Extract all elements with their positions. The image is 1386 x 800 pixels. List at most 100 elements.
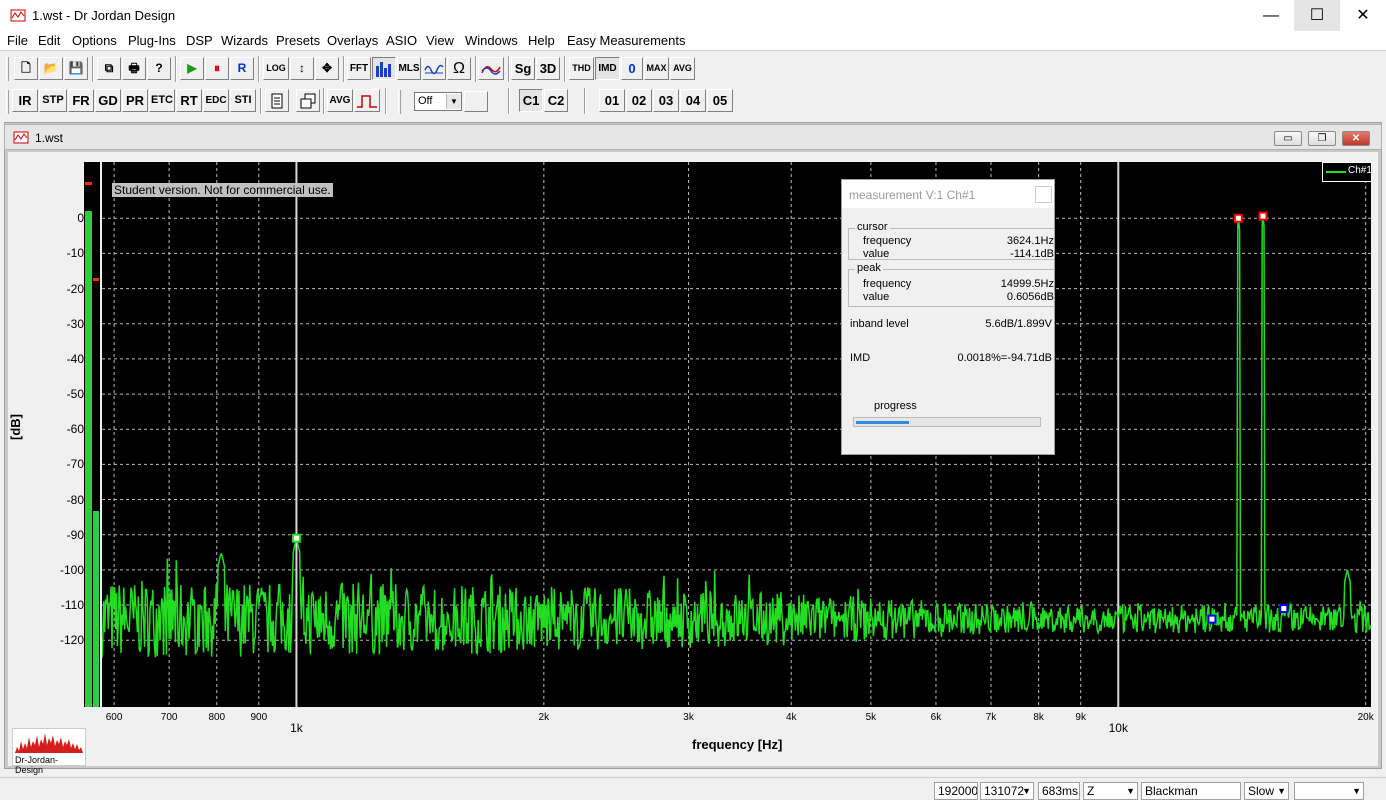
save-icon[interactable]: 💾 bbox=[64, 57, 88, 80]
imd-label: IMD bbox=[850, 352, 871, 364]
menu-windows[interactable]: Windows bbox=[465, 33, 518, 48]
log-button[interactable]: LOG bbox=[263, 57, 289, 80]
x-tick-label: 2k bbox=[538, 712, 550, 723]
vertical-scale-icon[interactable]: ↕ bbox=[290, 57, 314, 80]
thd-button[interactable]: THD bbox=[569, 57, 594, 80]
child-close-button[interactable]: ✕ bbox=[1342, 131, 1370, 146]
new-icon[interactable]: 🗋 bbox=[14, 57, 38, 80]
child-minimize-button[interactable]: ▭ bbox=[1274, 131, 1302, 146]
level-meter-peak-left bbox=[85, 182, 92, 185]
zero-button[interactable]: 0 bbox=[621, 57, 643, 80]
menu-help[interactable]: Help bbox=[528, 33, 555, 48]
channel-1-button[interactable]: C1 bbox=[519, 89, 543, 112]
close-button[interactable]: ✕ bbox=[1340, 0, 1386, 31]
imd-button[interactable]: IMD bbox=[595, 57, 620, 80]
fft-size-select[interactable]: 131072 ▼ bbox=[980, 782, 1034, 800]
legend-swatch bbox=[1326, 171, 1346, 173]
spectrum-bars-icon[interactable] bbox=[372, 57, 396, 80]
max-button[interactable]: MAX bbox=[644, 57, 669, 80]
generator-icon[interactable] bbox=[478, 57, 504, 80]
windows-icon[interactable] bbox=[296, 89, 320, 112]
sweep-icon[interactable] bbox=[422, 57, 446, 80]
average-button[interactable]: AVG bbox=[327, 89, 353, 112]
blank-button[interactable] bbox=[464, 91, 488, 112]
menu-easy-measurements[interactable]: Easy Measurements bbox=[567, 33, 686, 48]
chevron-down-icon: ▼ bbox=[1277, 786, 1286, 796]
fr-button[interactable]: FR bbox=[68, 89, 94, 112]
menu-file[interactable]: File bbox=[7, 33, 28, 48]
child-title-bar: 1.wst ▭ ❐ ✕ bbox=[4, 124, 1382, 150]
y-tick-label: -120 bbox=[59, 633, 84, 648]
overlay-01-button[interactable]: 01 bbox=[599, 89, 625, 112]
gd-button[interactable]: GD bbox=[95, 89, 121, 112]
x-tick-label: 800 bbox=[208, 712, 226, 723]
move-icon[interactable]: ✥ bbox=[315, 57, 339, 80]
extra-select[interactable]: ▼ bbox=[1294, 782, 1364, 800]
sti-button[interactable]: STI bbox=[230, 89, 256, 112]
separator bbox=[260, 88, 262, 114]
measurement-close-icon[interactable] bbox=[1035, 186, 1052, 203]
menu-presets[interactable]: Presets bbox=[276, 33, 320, 48]
y-tick-label: -70 bbox=[66, 457, 84, 472]
pr-button[interactable]: PR bbox=[122, 89, 148, 112]
rt-button[interactable]: RT bbox=[176, 89, 202, 112]
menu-view[interactable]: View bbox=[426, 33, 454, 48]
etc-button[interactable]: ETC bbox=[149, 89, 175, 112]
print-icon[interactable]: 🖶 bbox=[122, 57, 146, 80]
x-tick-label: 6k bbox=[930, 712, 942, 723]
trigger-icon[interactable] bbox=[354, 89, 380, 112]
sg-button[interactable]: Sg bbox=[511, 57, 535, 80]
x-tick-label: 3k bbox=[683, 712, 694, 723]
watermark-text: Student version. Not for commercial use. bbox=[112, 183, 333, 197]
chevron-down-icon[interactable]: ▼ bbox=[446, 94, 461, 109]
edc-button[interactable]: EDC bbox=[203, 89, 229, 112]
avg-button[interactable]: AVG bbox=[670, 57, 695, 80]
fft-button[interactable]: FFT bbox=[347, 57, 371, 80]
menu-edit[interactable]: Edit bbox=[38, 33, 60, 48]
peak-value-label: value bbox=[863, 291, 890, 303]
menu-asio[interactable]: ASIO bbox=[386, 33, 417, 48]
play-icon[interactable]: ▶ bbox=[180, 57, 204, 80]
menu-overlays[interactable]: Overlays bbox=[327, 33, 378, 48]
weighting-select[interactable]: Z ▼ bbox=[1083, 782, 1138, 800]
spectrum-plot[interactable] bbox=[101, 162, 1372, 707]
y-tick-label: -80 bbox=[66, 492, 84, 507]
copy-icon[interactable]: ⧉ bbox=[97, 57, 121, 80]
level-meter-right bbox=[93, 510, 99, 707]
toolbar-grip bbox=[398, 90, 401, 114]
maximize-button[interactable]: ☐ bbox=[1294, 0, 1340, 31]
impedance-icon[interactable]: Ω bbox=[447, 57, 471, 80]
marker-red bbox=[1233, 213, 1243, 223]
open-icon[interactable]: 📂 bbox=[39, 57, 63, 80]
cursor-group-title: cursor bbox=[855, 221, 890, 233]
stp-button[interactable]: STP bbox=[39, 89, 67, 112]
chevron-down-icon: ▼ bbox=[1352, 786, 1361, 796]
help-icon[interactable]: ? bbox=[147, 57, 171, 80]
menu-wizards[interactable]: Wizards bbox=[221, 33, 268, 48]
minimize-button[interactable]: — bbox=[1248, 0, 1294, 31]
overlay-02-button[interactable]: 02 bbox=[626, 89, 652, 112]
y-tick-label: -30 bbox=[66, 316, 84, 331]
report-icon[interactable] bbox=[265, 89, 289, 112]
menu-plug-ins[interactable]: Plug-Ins bbox=[128, 33, 176, 48]
overlay-04-button[interactable]: 04 bbox=[680, 89, 706, 112]
ir-button[interactable]: IR bbox=[12, 89, 38, 112]
speed-select[interactable]: Slow ▼ bbox=[1244, 782, 1289, 800]
menu-options[interactable]: Options bbox=[72, 33, 117, 48]
separator bbox=[92, 56, 94, 82]
average-mode-select[interactable]: Off ▼ bbox=[414, 92, 462, 111]
child-restore-button[interactable]: ❐ bbox=[1308, 131, 1336, 146]
overlay-03-button[interactable]: 03 bbox=[653, 89, 679, 112]
x-tick-label: 8k bbox=[1033, 712, 1044, 723]
inband-label: inband level bbox=[850, 318, 909, 330]
y-axis-title: [dB] bbox=[8, 414, 23, 440]
level-meter bbox=[84, 162, 100, 707]
record-button[interactable]: R bbox=[230, 57, 254, 80]
pause-icon[interactable]: ⏸ bbox=[205, 57, 229, 80]
mls-button[interactable]: MLS bbox=[397, 57, 421, 80]
overlay-05-button[interactable]: 05 bbox=[707, 89, 733, 112]
3d-button[interactable]: 3D bbox=[536, 57, 560, 80]
channel-2-button[interactable]: C2 bbox=[544, 89, 568, 112]
brand-logo: Dr-Jordan-Design bbox=[12, 728, 86, 775]
menu-dsp[interactable]: DSP bbox=[186, 33, 213, 48]
